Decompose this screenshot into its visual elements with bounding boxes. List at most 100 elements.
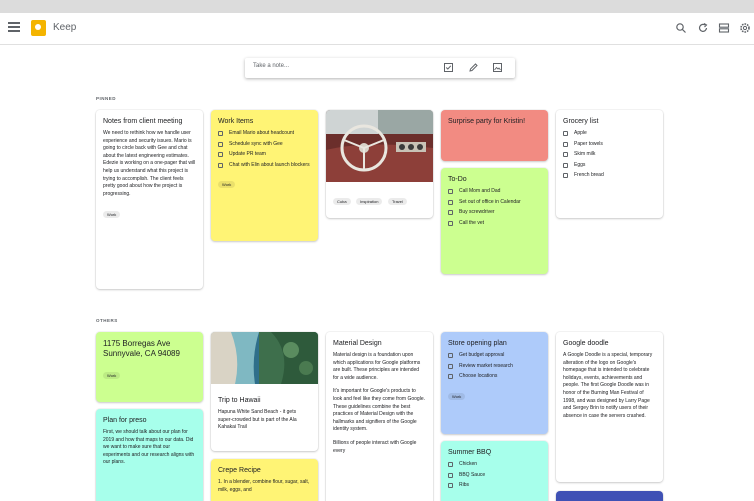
label-chip[interactable]: Work [448,392,466,400]
checklist-item[interactable]: Skim milk [556,149,663,160]
label-chip[interactable]: Cuba [333,198,351,205]
note-client-meeting[interactable]: Notes from client meeting We need to ret… [96,110,203,289]
checklist-item[interactable]: Set out of office in Calendar [441,197,548,208]
search-icon[interactable] [675,22,687,34]
checkbox-icon[interactable] [218,131,223,136]
note-title: Store opening plan [448,340,507,347]
checklist-item[interactable]: Buy screwdriver [441,207,548,218]
note-title: Surprise party for Kristin! [448,118,526,125]
checkbox-icon[interactable] [448,220,453,226]
checkbox-icon[interactable] [563,173,568,178]
label-chip[interactable]: Travel [387,198,407,205]
checkbox-icon[interactable] [448,374,453,379]
checklist-item-text: Schedule sync with Gee [229,140,283,147]
app-bar: Keep [0,13,754,45]
note-material-design[interactable]: Material Design Material design is a fou… [326,332,433,501]
checkbox-icon[interactable] [448,462,453,467]
checklist-item-text: Update PR team [229,151,266,157]
checkbox-icon[interactable] [448,210,453,215]
checkbox-icon[interactable] [563,152,568,157]
checklist-item-text: Chicken [459,461,478,467]
checklist-item-text: Get budget approval [459,352,505,358]
label-chip[interactable]: Work [103,211,121,219]
checklist-item-text: Call Mom and Dad [459,188,501,194]
checkbox-icon[interactable] [448,189,453,194]
checklist-item[interactable]: Eggs [556,160,663,171]
checklist-item[interactable]: Choose locations [441,371,548,382]
note-trip-to-hawaii[interactable]: Trip to Hawaii Hapuna White Sand Beach -… [211,332,318,451]
checklist-item[interactable]: Call the vet [441,218,548,229]
hawaii-beach-image [211,332,318,384]
note-google-doodle[interactable]: Google doodle A Google Doodle is a speci… [556,332,663,482]
note-crepe-recipe[interactable]: Crepe Recipe 1. In a blender, combine fl… [211,459,318,501]
note-body: It's important for Google's products to … [333,388,425,433]
note-body: Material design is a foundation upon whi… [333,352,421,381]
label-chip[interactable]: Work [218,181,236,188]
checkbox-icon[interactable] [448,483,453,488]
checklist-item[interactable]: French bread [556,170,663,181]
note-title: Summer BBQ [448,449,492,456]
keep-logo[interactable] [31,20,46,36]
checkbox-icon[interactable] [448,199,453,205]
label-chip[interactable]: Inspiration [356,198,383,205]
car-interior-image [326,110,433,182]
note-body: First, we should talk about our plan for… [103,429,195,466]
checklist-item-text: Skim milk [574,151,596,157]
note-address[interactable]: 1175 Borregas Ave Sunnyvale, CA 94089 Wo… [96,332,203,402]
checklist-item[interactable]: Review market research [441,361,548,372]
note-car-photo[interactable]: Cuba Inspiration Travel [326,110,433,218]
note-grocery-list[interactable]: Grocery list Apple Paper towels Skim mil… [556,110,663,218]
checkbox-icon[interactable] [448,363,453,369]
image-icon[interactable] [492,62,503,73]
note-title: Crepe Recipe [218,467,261,474]
note-dark-blue[interactable] [556,491,663,501]
checklist-item[interactable]: Call Mom and Dad [441,186,548,197]
checklist-item[interactable]: Chat with Elin about launch blockers [211,160,318,171]
checkbox-icon[interactable] [448,472,453,478]
note-todo[interactable]: To-Do Call Mom and Dad Set out of office… [441,168,548,274]
checklist-item-text: Ribs [459,482,470,488]
checklist-item[interactable]: Apple [556,128,663,139]
note-body: We need to rethink how we handle user ex… [103,130,196,197]
gear-icon[interactable] [739,22,751,34]
pinned-section-label: PINNED [96,96,117,101]
note-surprise-party[interactable]: Surprise party for Kristin! [441,110,548,161]
checklist-item-text: Buy screwdriver [459,209,495,215]
checklist-item[interactable]: Update PR team [211,149,318,160]
note-body: Billions of people interact with Google … [333,439,417,454]
checklist-item[interactable]: Chicken [441,459,548,470]
note-store-opening-plan[interactable]: Store opening plan Get budget approval R… [441,332,548,434]
label-chip[interactable]: Work [103,372,121,379]
list-view-icon[interactable] [718,22,730,34]
note-title: Notes from client meeting [103,118,183,125]
checklist-item[interactable]: Email Mario about headcount [211,128,318,139]
menu-icon[interactable] [8,22,20,34]
refresh-icon[interactable] [697,22,709,34]
checklist-item-text: Apple [574,130,587,136]
note-body: A Google Doodle is a special, temporary … [563,352,653,419]
checkbox-icon[interactable] [443,62,454,73]
note-title: Grocery list [563,118,599,125]
note-plan-for-preso[interactable]: Plan for preso First, we should talk abo… [96,409,203,501]
take-note-placeholder[interactable]: Take a note... [253,63,289,69]
checklist-item[interactable]: Ribs [441,480,548,491]
checklist-item[interactable]: Schedule sync with Gee [211,139,318,150]
checklist-item[interactable]: BBQ Sauce [441,470,548,481]
checklist-item[interactable]: Paper towels [556,139,663,150]
checkbox-icon[interactable] [218,141,223,147]
checkbox-icon[interactable] [563,141,568,147]
note-work-items[interactable]: Work Items Email Mario about headcount S… [211,110,318,241]
checkbox-icon[interactable] [563,162,568,168]
checkbox-icon[interactable] [448,353,453,358]
checklist-item-text: Chat with Elin about launch blockers [229,161,310,168]
checkbox-icon[interactable] [563,131,568,136]
note-summer-bbq[interactable]: Summer BBQ Chicken BBQ Sauce Ribs [441,441,548,501]
checklist-item-text: BBQ Sauce [459,471,486,478]
checkbox-icon[interactable] [218,162,223,168]
pencil-icon[interactable] [468,62,479,73]
take-note-bar[interactable]: Take a note... [245,58,515,78]
checklist-item-text: Review market research [459,362,513,369]
checkbox-icon[interactable] [218,152,223,157]
checklist-item[interactable]: Get budget approval [441,350,548,361]
note-body: 1. In a blender, combine flour, sugar, s… [218,479,310,493]
